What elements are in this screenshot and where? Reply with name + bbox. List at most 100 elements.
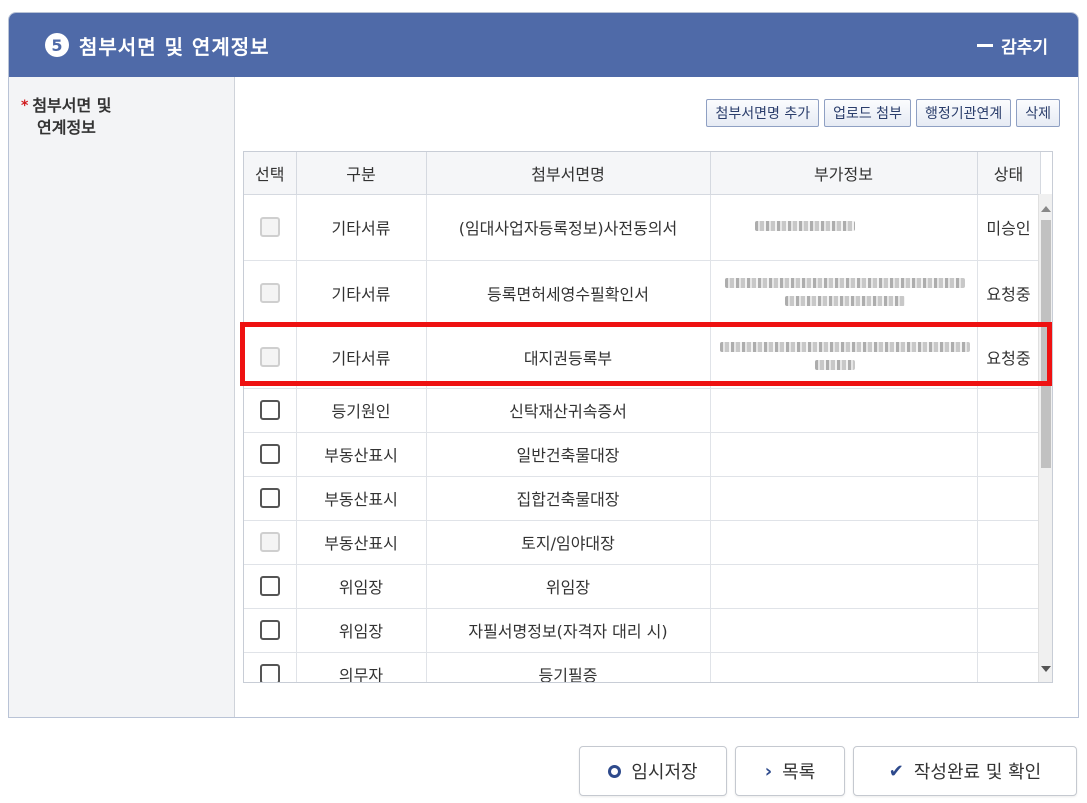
row-checkbox[interactable]	[259, 444, 280, 465]
collapse-label: 감추기	[1001, 37, 1048, 58]
row-checkbox[interactable]	[259, 576, 280, 597]
upload-attach-button[interactable]: 업로드 첨부	[824, 99, 911, 127]
circle-icon	[608, 764, 622, 778]
status-cell	[977, 476, 1041, 521]
category-cell: 위임장	[296, 564, 427, 609]
attachment-table: 선택 구분 첨부서면명 부가정보 상태 기타서류 (임대사업자등록정보)사전동의서…	[244, 152, 1041, 682]
row-checkbox	[259, 283, 280, 304]
row-checkbox[interactable]	[259, 620, 280, 641]
status-cell	[977, 608, 1041, 653]
document-name-cell: 신탁재산귀속증서	[426, 388, 711, 433]
scroll-up-icon[interactable]	[1041, 206, 1051, 212]
content-area: 첨부서면명 추가 업로드 첨부 행정기관연계 삭제 선택 구분 첨부서면명 부가…	[235, 77, 1078, 717]
select-cell	[244, 564, 297, 609]
table-body: 기타서류 (임대사업자등록정보)사전동의서 미승인 기타서류 등록면허세영수필확인서 요청…	[244, 194, 1041, 682]
document-name-cell: 등기필증	[426, 652, 711, 682]
field-label-line2: 연계정보	[37, 118, 96, 137]
redacted-info	[724, 277, 965, 288]
document-name-cell: (임대사업자등록정보)사전동의서	[426, 194, 711, 261]
col-header-extra-info: 부가정보	[710, 152, 978, 195]
status-cell: 요청중	[977, 260, 1041, 327]
col-header-status: 상태	[977, 152, 1041, 195]
vertical-scrollbar[interactable]	[1038, 194, 1052, 682]
table-row[interactable]: 부동산표시 일반건축물대장	[244, 432, 1041, 477]
row-checkbox	[259, 532, 280, 553]
minus-icon	[977, 43, 994, 47]
category-cell: 부동산표시	[296, 432, 427, 477]
select-cell	[244, 476, 297, 521]
extra-info-cell	[710, 652, 978, 682]
col-header-select: 선택	[244, 152, 297, 195]
step-number-badge: 5	[45, 33, 69, 57]
list-label: 목록	[782, 762, 816, 783]
category-cell: 기타서류	[296, 326, 427, 389]
toolbar: 첨부서면명 추가 업로드 첨부 행정기관연계 삭제	[706, 99, 1060, 127]
redacted-info	[754, 220, 855, 231]
row-checkbox	[259, 217, 280, 238]
attachment-grid: 선택 구분 첨부서면명 부가정보 상태 기타서류 (임대사업자등록정보)사전동의서…	[243, 151, 1053, 683]
extra-info-cell	[710, 520, 978, 565]
document-name-cell: 집합건축물대장	[426, 476, 711, 521]
check-icon: ✔	[888, 760, 904, 782]
temp-save-label: 임시저장	[631, 762, 698, 783]
select-cell	[244, 608, 297, 653]
category-cell: 기타서류	[296, 194, 427, 261]
table-row[interactable]: 위임장 위임장	[244, 564, 1041, 609]
extra-info-cell	[710, 326, 978, 389]
extra-info-cell	[710, 432, 978, 477]
field-label: * 첨부서면 및 연계정보	[9, 77, 235, 717]
delete-button[interactable]: 삭제	[1016, 99, 1060, 127]
extra-info-cell	[710, 388, 978, 433]
complete-label: 작성완료 및 확인	[913, 762, 1042, 783]
category-cell: 의무자	[296, 652, 427, 682]
scroll-thumb[interactable]	[1041, 220, 1051, 468]
field-label-line1: 첨부서면 및	[32, 96, 112, 115]
table-row[interactable]: 기타서류 등록면허세영수필확인서 요청중	[244, 260, 1041, 327]
select-cell	[244, 326, 297, 389]
document-name-cell: 위임장	[426, 564, 711, 609]
panel-body: * 첨부서면 및 연계정보 첨부서면명 추가 업로드 첨부 행정기관연계 삭제 선…	[9, 77, 1078, 717]
category-cell: 부동산표시	[296, 520, 427, 565]
agency-link-button[interactable]: 행정기관연계	[915, 99, 1012, 127]
list-button[interactable]: › 목록	[735, 746, 845, 796]
col-header-document-name: 첨부서면명	[426, 152, 711, 195]
collapse-button[interactable]: 감추기	[977, 33, 1048, 58]
extra-info-cell	[710, 564, 978, 609]
table-row[interactable]: 부동산표시 토지/임야대장	[244, 520, 1041, 565]
category-cell: 부동산표시	[296, 476, 427, 521]
select-cell	[244, 520, 297, 565]
category-cell: 위임장	[296, 608, 427, 653]
panel-header: 5 첨부서면 및 연계정보 감추기	[9, 13, 1078, 77]
table-row[interactable]: 기타서류 대지권등록부 요청중	[244, 326, 1041, 389]
scroll-down-icon[interactable]	[1041, 666, 1051, 672]
required-mark: *	[21, 98, 29, 114]
document-name-cell: 일반건축물대장	[426, 432, 711, 477]
document-name-cell: 대지권등록부	[426, 326, 711, 389]
document-name-cell: 자필서명정보(자격자 대리 시)	[426, 608, 711, 653]
table-row[interactable]: 위임장 자필서명정보(자격자 대리 시)	[244, 608, 1041, 653]
status-cell: 요청중	[977, 326, 1041, 389]
panel-title: 첨부서면 및 연계정보	[79, 34, 270, 59]
select-cell	[244, 194, 297, 261]
row-checkbox[interactable]	[259, 488, 280, 509]
table-row[interactable]: 등기원인 신탁재산귀속증서	[244, 388, 1041, 433]
table-row[interactable]: 기타서류 (임대사업자등록정보)사전동의서 미승인	[244, 194, 1041, 261]
category-cell: 등기원인	[296, 388, 427, 433]
document-name-cell: 등록면허세영수필확인서	[426, 260, 711, 327]
document-name-cell: 토지/임야대장	[426, 520, 711, 565]
select-cell	[244, 260, 297, 327]
temp-save-button[interactable]: 임시저장	[579, 746, 727, 796]
select-cell	[244, 388, 297, 433]
add-attachment-name-button[interactable]: 첨부서면명 추가	[706, 99, 820, 127]
row-checkbox[interactable]	[259, 400, 280, 421]
footer-actions: 임시저장 › 목록 ✔ 작성완료 및 확인	[579, 746, 1077, 796]
complete-confirm-button[interactable]: ✔ 작성완료 및 확인	[853, 746, 1077, 796]
table-row[interactable]: 부동산표시 집합건축물대장	[244, 476, 1041, 521]
status-cell	[977, 520, 1041, 565]
row-checkbox[interactable]	[259, 664, 280, 682]
status-cell	[977, 652, 1041, 682]
row-checkbox	[259, 347, 280, 368]
extra-info-cell	[710, 608, 978, 653]
extra-info-cell	[710, 476, 978, 521]
table-row[interactable]: 의무자 등기필증	[244, 652, 1041, 682]
